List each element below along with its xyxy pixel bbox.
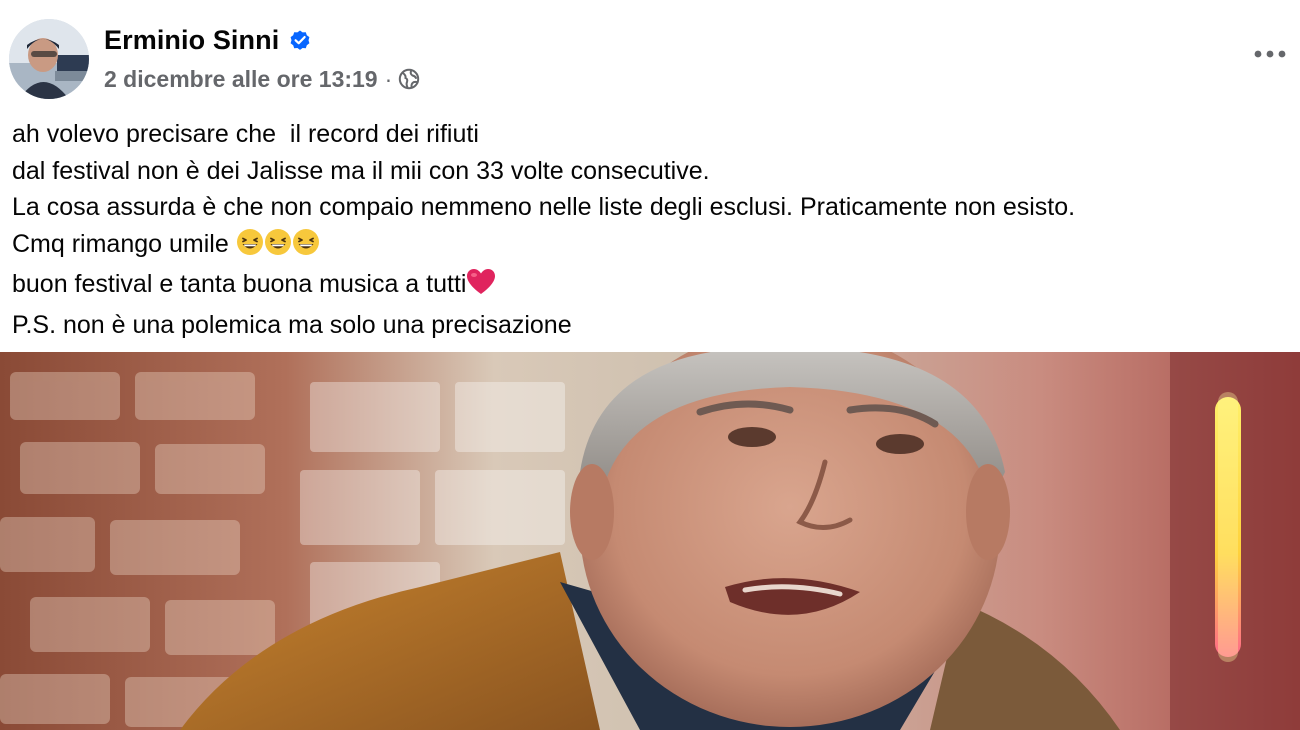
post-text-line-with-emoji: Cmq rimango umile <box>12 226 1292 267</box>
grinning-squinting-face-icon <box>236 228 264 267</box>
post-photo[interactable] <box>0 352 1300 730</box>
author-name[interactable]: Erminio Sinni <box>104 25 279 56</box>
post-timestamp[interactable]: 2 dicembre alle ore 13:19 <box>104 66 378 93</box>
post-text-fragment: Cmq rimango umile <box>12 229 236 258</box>
post-text: ah volevo precisare che il record dei ri… <box>12 116 1292 343</box>
post-text-line: P.S. non è una polemica ma solo una prec… <box>12 310 572 339</box>
grinning-squinting-face-icon <box>264 228 292 267</box>
red-heart-icon <box>466 268 496 307</box>
author-avatar[interactable] <box>9 19 89 99</box>
verified-badge-icon <box>290 30 310 50</box>
post-text-line: ah volevo precisare che il record dei ri… <box>12 120 479 148</box>
post-header: Erminio Sinni 2 dicembre alle ore 13:19 … <box>0 0 1300 108</box>
post-meta: 2 dicembre alle ore 13:19 · <box>104 62 420 96</box>
post-text-fragment: buon festival e tanta buona musica a tut… <box>12 270 467 298</box>
more-horizontal-icon <box>1254 50 1286 58</box>
post-text-line-with-emoji: buon festival e tanta buona musica a tut… <box>12 266 1292 307</box>
globe-icon[interactable] <box>398 68 420 90</box>
more-options-button[interactable] <box>1252 38 1288 70</box>
facebook-post: Erminio Sinni 2 dicembre alle ore 13:19 … <box>0 0 1300 730</box>
post-text-line: dal festival non è dei Jalisse ma il mii… <box>12 156 710 185</box>
author-row: Erminio Sinni <box>104 22 420 58</box>
post-text-line: La cosa assurda è che non compaio nemmen… <box>12 193 1076 221</box>
grinning-squinting-face-icon <box>292 228 320 267</box>
avatar-image <box>9 19 89 99</box>
author-block: Erminio Sinni 2 dicembre alle ore 13:19 … <box>104 22 420 96</box>
meta-separator: · <box>384 65 393 92</box>
man-speaking-photo <box>0 352 1300 730</box>
